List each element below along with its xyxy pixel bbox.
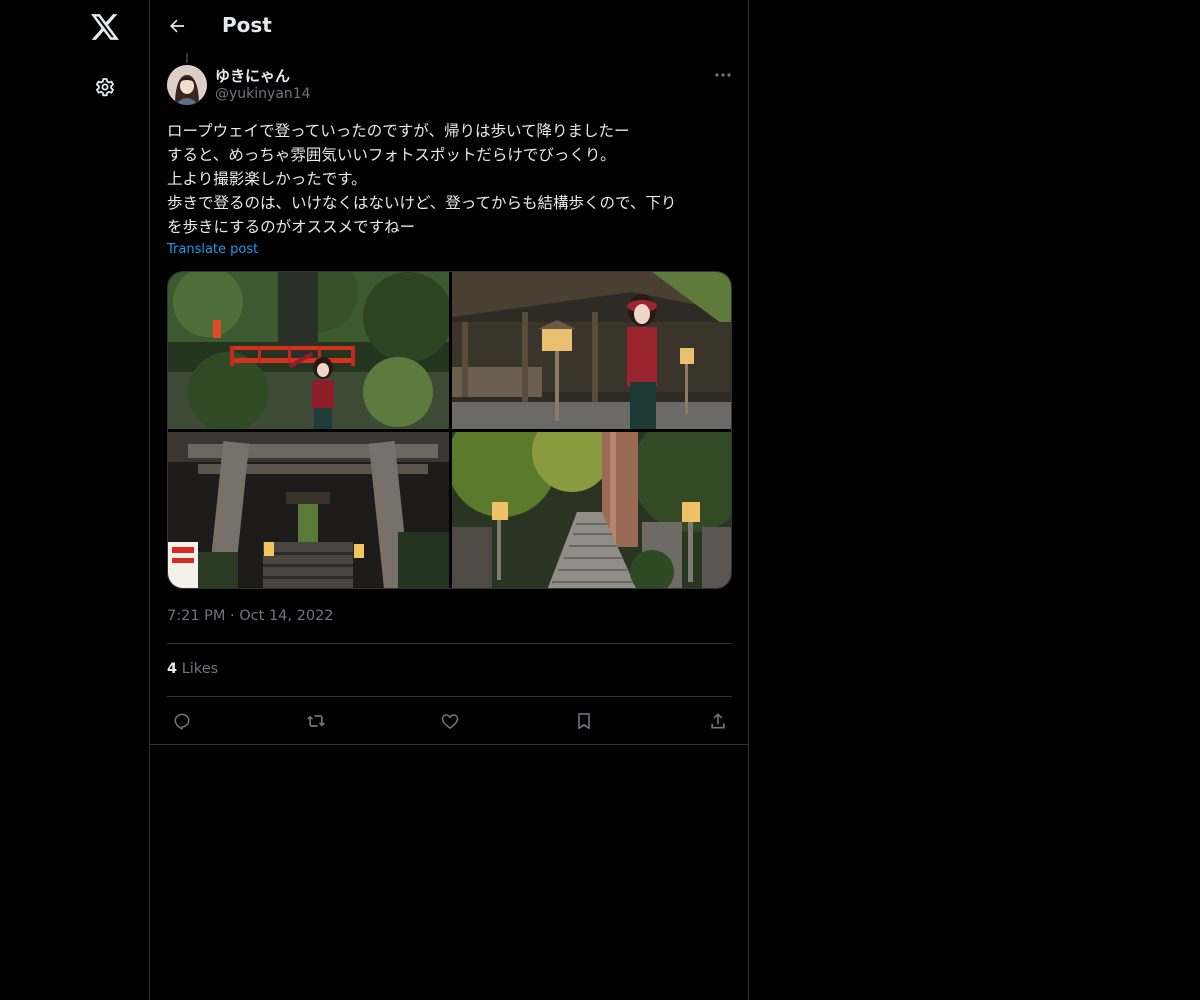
post-action-bar — [150, 697, 748, 744]
repost-button[interactable] — [301, 707, 331, 735]
post-date: Oct 14, 2022 — [239, 608, 334, 624]
author-name[interactable]: ゆきにゃん — [215, 65, 290, 86]
settings-button[interactable] — [84, 66, 126, 108]
bookmark-button[interactable] — [569, 707, 599, 735]
media-grid — [167, 271, 732, 589]
shrine-hall-lanterns-photo[interactable] — [452, 272, 731, 429]
bookmark-icon — [578, 713, 590, 730]
page-header: Post — [150, 0, 748, 53]
x-logo-icon — [91, 14, 119, 40]
post-time: 7:21 PM — [167, 608, 226, 624]
author-handle[interactable]: @yukinyan14 — [215, 86, 311, 102]
post-date-link[interactable]: Oct 14, 2022 — [239, 608, 333, 624]
back-button[interactable] — [160, 8, 194, 44]
gear-icon — [96, 78, 114, 97]
timestamp-separator: · — [230, 608, 235, 624]
main-column: Post ゆきにゃん @yukinyan14 ロープウェイで登っていったのですが… — [149, 0, 749, 1000]
heart-icon — [441, 714, 459, 729]
post-time-link[interactable]: 7:21 PM — [167, 608, 225, 624]
divider — [167, 643, 732, 644]
x-logo-button[interactable] — [84, 6, 126, 48]
page-title: Post — [222, 13, 272, 37]
stone-stairs-cedar-photo[interactable] — [452, 432, 731, 588]
more-horizontal-icon — [715, 73, 731, 77]
avatar-image — [167, 65, 207, 105]
avatar[interactable] — [167, 65, 207, 105]
reply-button[interactable] — [167, 707, 197, 735]
likes-label: Likes — [181, 661, 219, 677]
repost-icon — [307, 715, 325, 727]
left-navigation — [0, 0, 149, 1000]
shrine-bridge-photo[interactable] — [168, 272, 449, 429]
share-icon — [711, 713, 725, 729]
translate-post-link[interactable]: Translate post — [167, 242, 258, 257]
post-timestamp: 7:21 PM · Oct 14, 2022 — [167, 608, 334, 624]
torii-gate-stairs-photo[interactable] — [168, 432, 449, 588]
reply-icon — [174, 713, 190, 730]
thread-connector-line — [186, 53, 188, 63]
share-button[interactable] — [703, 707, 733, 735]
like-button[interactable] — [435, 707, 465, 735]
post-text: ロープウェイで登っていったのですが、帰りは歩いて降りましたー すると、めっちゃ雰… — [167, 122, 677, 236]
likes-count: 4 — [167, 661, 178, 677]
more-options-button[interactable] — [706, 62, 740, 88]
arrow-left-icon — [170, 19, 185, 33]
likes-count-link[interactable]: 4 Likes — [167, 661, 218, 677]
divider — [150, 744, 748, 745]
